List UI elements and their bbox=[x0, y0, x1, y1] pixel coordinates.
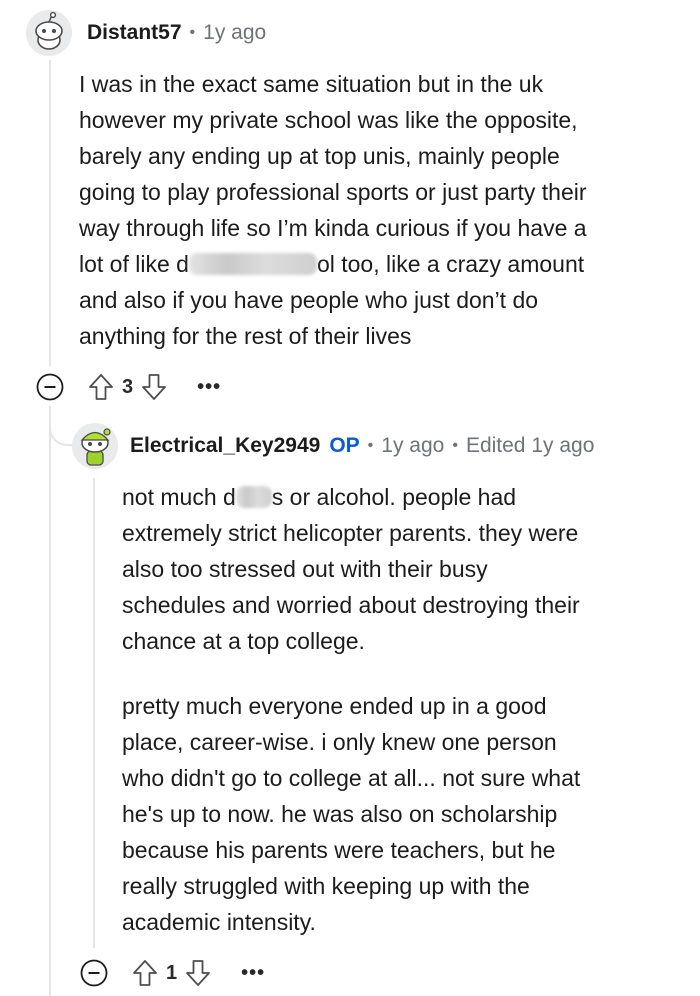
thread-line-main-continued bbox=[49, 406, 51, 996]
comment-body-paragraph: pretty much everyone ended up in a good … bbox=[122, 688, 580, 940]
thread-line-reply bbox=[93, 478, 95, 948]
timestamp: 1y ago bbox=[381, 434, 445, 457]
redacted-blur bbox=[188, 253, 317, 275]
username[interactable]: Distant57 bbox=[87, 21, 182, 45]
comment-line: he's up to now. he was also on scholarsh… bbox=[122, 801, 558, 827]
comment-line: pretty much everyone ended up in a good bbox=[122, 693, 547, 719]
redacted-blur bbox=[235, 486, 272, 508]
comment-header: Distant57 • 1y ago bbox=[26, 10, 266, 56]
downvote-arrow-icon[interactable] bbox=[141, 373, 167, 401]
op-badge: OP bbox=[329, 434, 360, 457]
comment-line: going to play professional sports or jus… bbox=[79, 179, 587, 205]
comment-line: barely any ending up at top unis, mainly… bbox=[79, 143, 560, 169]
downvote-arrow-icon[interactable] bbox=[185, 959, 211, 987]
comment-line: really struggled with keeping up with th… bbox=[122, 873, 530, 899]
comment-line: way through life so I’m kinda curious if… bbox=[79, 215, 587, 241]
comment-line: also too stressed out with their busy bbox=[122, 556, 488, 582]
snoo-avatar-icon[interactable] bbox=[26, 10, 72, 56]
comment-text: not much d bbox=[122, 484, 236, 510]
separator-dot: • bbox=[367, 437, 374, 454]
comment-line: who didn't go to college at all... not s… bbox=[122, 765, 581, 791]
more-options-icon[interactable]: ••• bbox=[241, 962, 265, 985]
comment-line-redacted: not much d s or alcohol. people had bbox=[122, 479, 580, 515]
comment-line: anything for the rest of their lives bbox=[79, 323, 412, 349]
comment-actions: 1 ••• bbox=[80, 959, 265, 987]
comment-line-redacted: lot of like d ol too, like a crazy amount bbox=[79, 246, 587, 282]
comment-actions: 3 ••• bbox=[36, 373, 221, 401]
username[interactable]: Electrical_Key2949 bbox=[130, 434, 320, 458]
separator-dot: • bbox=[189, 24, 196, 41]
comment-body: I was in the exact same situation but in… bbox=[79, 66, 587, 354]
vote-count: 3 bbox=[122, 375, 134, 398]
more-options-icon[interactable]: ••• bbox=[197, 376, 221, 399]
comment-header: Electrical_Key2949 OP • 1y ago • Edited … bbox=[72, 423, 594, 469]
comment-line: chance at a top college. bbox=[122, 628, 365, 654]
comment-text: ol too, like a crazy amount bbox=[316, 251, 585, 277]
collapse-minus-icon[interactable] bbox=[80, 959, 108, 987]
upvote-arrow-icon[interactable] bbox=[88, 373, 114, 401]
vote-count: 1 bbox=[166, 961, 178, 984]
upvote-arrow-icon[interactable] bbox=[132, 959, 158, 987]
comment-text: s or alcohol. people had bbox=[271, 484, 517, 510]
separator-dot: • bbox=[452, 437, 458, 454]
edited-label: Edited 1y ago bbox=[465, 434, 595, 457]
timestamp: 1y ago bbox=[203, 21, 267, 44]
comment-line: academic intensity. bbox=[122, 909, 316, 935]
comment-line: place, career-wise. i only knew one pers… bbox=[122, 729, 557, 755]
comment-line: extremely strict helicopter parents. the… bbox=[122, 520, 579, 546]
comment-line: I was in the exact same situation but in… bbox=[79, 71, 544, 97]
collapse-minus-icon[interactable] bbox=[36, 373, 64, 401]
comment-line: because his parents were teachers, but h… bbox=[122, 837, 556, 863]
thread-line-main bbox=[49, 60, 51, 366]
comment-line: however my private school was like the o… bbox=[79, 107, 578, 133]
green-snoo-avatar-icon[interactable] bbox=[72, 423, 118, 469]
comment-body: not much d s or alcohol. people had extre… bbox=[122, 479, 580, 659]
comment-line: schedules and worried about destroying t… bbox=[122, 592, 580, 618]
comment-text: lot of like d bbox=[79, 251, 189, 277]
comment-line: and also if you have people who just don… bbox=[79, 287, 539, 313]
